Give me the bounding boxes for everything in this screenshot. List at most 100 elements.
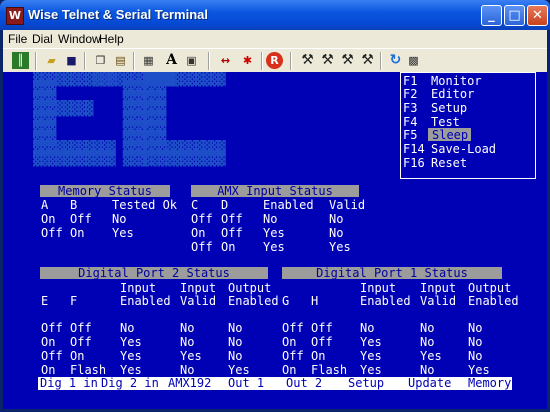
- port2-cell: No: [228, 349, 243, 363]
- fkey-f16-label[interactable]: Reset: [431, 157, 467, 169]
- connect-icon[interactable]: ║: [12, 52, 29, 69]
- port2-col-top: Input: [180, 281, 217, 295]
- toolbar-separator: [133, 52, 135, 70]
- hammer-4-icon[interactable]: ⚒: [359, 52, 376, 69]
- port1-cell: Yes: [420, 349, 442, 363]
- fkey-f2[interactable]: F2: [403, 88, 417, 100]
- font-icon[interactable]: A: [163, 52, 180, 69]
- status-memory[interactable]: Memory: [468, 377, 511, 390]
- port1-cell: No: [420, 321, 435, 335]
- port2-cell: Yes: [120, 349, 142, 363]
- port2-cell: Off: [41, 321, 63, 335]
- app-icon[interactable]: W: [6, 7, 24, 25]
- port2-col-input-enabled: Enabled: [120, 294, 171, 308]
- memory-col-b: B: [70, 198, 78, 212]
- port2-cell: Yes: [180, 349, 202, 363]
- port1-col-input-enabled: Enabled: [360, 294, 411, 308]
- port1-cell: On: [311, 349, 326, 363]
- amx-col-d: D: [221, 198, 229, 212]
- save-icon[interactable]: ■: [63, 52, 80, 69]
- port1-cell: Off: [282, 349, 304, 363]
- close-button[interactable]: ✕: [527, 5, 548, 26]
- status-amx192[interactable]: AMX192: [168, 377, 211, 390]
- fkey-f3[interactable]: F3: [403, 102, 417, 114]
- port1-cell: Off: [282, 321, 304, 335]
- toolbar: ║ ▰ ■ ❐ ▤ ▦ A ▣ ↔ ✱ R ⚒ ⚒ ⚒ ⚒ ↻ ▩: [3, 48, 547, 73]
- status-dig2-in[interactable]: Dig 2 in: [101, 377, 159, 390]
- status-setup[interactable]: Setup: [348, 377, 384, 390]
- port1-cell: On: [282, 363, 297, 377]
- port1-cell: No: [468, 321, 483, 335]
- fkey-f3-label[interactable]: Setup: [431, 102, 467, 114]
- port2-cell: No: [120, 321, 135, 335]
- fkey-f16[interactable]: F16: [403, 157, 425, 169]
- port1-cell: Off: [311, 335, 333, 349]
- port2-cell: No: [180, 321, 195, 335]
- send-arrows-icon[interactable]: ↔: [217, 52, 234, 69]
- hammer-1-icon[interactable]: ⚒: [299, 52, 316, 69]
- menu-file[interactable]: File: [8, 32, 27, 46]
- fkey-f1-label[interactable]: Monitor: [431, 75, 482, 87]
- fkey-f1[interactable]: F1: [403, 75, 417, 87]
- port1-cell: No: [420, 335, 435, 349]
- status-out2[interactable]: Out 2: [286, 377, 322, 390]
- fkey-f2-label[interactable]: Editor: [431, 88, 474, 100]
- terminal-screen[interactable]: ▓▓▓▓▓▓▓▓▓▓▓ ▓▓▓ ▓▓▓ ▓▓▓▓▓▓▓▓ ▓▓▓ ▓▓▓ ▓▓▓ ▓▓▓▓▓▓…: [3, 72, 547, 409]
- port2-cell: Yes: [120, 363, 142, 377]
- status-dig1-in[interactable]: Dig 1 in: [40, 377, 98, 390]
- port2-cell: On: [41, 363, 56, 377]
- open-folder-icon[interactable]: ▰: [43, 52, 60, 69]
- record-icon[interactable]: R: [266, 52, 283, 69]
- menu-dial[interactable]: Dial: [32, 32, 53, 46]
- port2-cell: On: [41, 335, 56, 349]
- port1-cell: Flash: [311, 363, 348, 377]
- refresh-icon[interactable]: ↻: [387, 52, 404, 69]
- maximize-button[interactable]: □: [504, 5, 525, 26]
- memory-col-tested: Tested Ok: [112, 198, 178, 212]
- port1-cell: Off: [311, 321, 333, 335]
- amx-cell: Off: [191, 212, 213, 226]
- amx-cell: Off: [221, 212, 243, 226]
- port2-cell: Off: [70, 335, 92, 349]
- amx-cell: On: [221, 240, 236, 254]
- amx-col-c: C: [191, 198, 199, 212]
- menu-help[interactable]: Help: [99, 32, 124, 46]
- toolbar-separator: [35, 52, 37, 70]
- menu-bar: File Dial Window Help: [3, 30, 547, 48]
- app-window: W Wise Telnet & Serial Terminal _ □ ✕ Fi…: [0, 0, 550, 412]
- port2-status-header: Digital Port 2 Status: [40, 267, 268, 279]
- title-bar[interactable]: W Wise Telnet & Serial Terminal _ □ ✕: [0, 0, 550, 30]
- capture-icon[interactable]: ✱: [239, 52, 256, 69]
- status-out1[interactable]: Out 1: [228, 377, 264, 390]
- port2-col-output-enabled: Enabled: [228, 294, 279, 308]
- fkey-f14-label[interactable]: Save-Load: [431, 143, 496, 155]
- fkey-f4[interactable]: F4: [403, 116, 417, 128]
- fkey-f4-label[interactable]: Test: [431, 116, 460, 128]
- port1-status-header: Digital Port 1 Status: [282, 267, 502, 279]
- status-update[interactable]: Update: [408, 377, 451, 390]
- copy-icon[interactable]: ❐: [92, 52, 109, 69]
- fkey-f5-label[interactable]: Sleep: [432, 129, 468, 141]
- menu-window[interactable]: Window: [58, 32, 101, 46]
- amx-cell: No: [329, 226, 344, 240]
- port2-cell: No: [180, 335, 195, 349]
- port2-cell: No: [228, 321, 243, 335]
- port2-col-input-valid: Valid: [180, 294, 217, 308]
- fkey-f5[interactable]: F5: [403, 129, 417, 141]
- amx-status-header: AMX Input Status: [191, 185, 359, 197]
- hammer-2-icon[interactable]: ⚒: [319, 52, 336, 69]
- toolbar-separator: [84, 52, 86, 70]
- print-icon[interactable]: ▦: [140, 52, 157, 69]
- fkey-f14[interactable]: F14: [403, 143, 425, 155]
- window-title: Wise Telnet & Serial Terminal: [28, 7, 209, 22]
- amx-cell: No: [329, 212, 344, 226]
- toolbar-separator: [261, 52, 263, 70]
- minimize-button[interactable]: _: [481, 5, 502, 26]
- settings-icon[interactable]: ▩: [405, 52, 422, 69]
- amx-cell: Yes: [263, 240, 285, 254]
- properties-icon[interactable]: ▣: [183, 52, 200, 69]
- hammer-3-icon[interactable]: ⚒: [339, 52, 356, 69]
- paste-icon[interactable]: ▤: [112, 52, 129, 69]
- etc-logo-c: ▓▓▓▓▓▓▓▓▓▓▓ ▓▓▓ ▓▓▓ ▓▓▓ ▓▓▓ ▓▓▓ ▓▓▓ ▓▓▓▓▓▓▓▓▓▓▓…: [143, 72, 226, 167]
- amx-cell: Yes: [263, 226, 285, 240]
